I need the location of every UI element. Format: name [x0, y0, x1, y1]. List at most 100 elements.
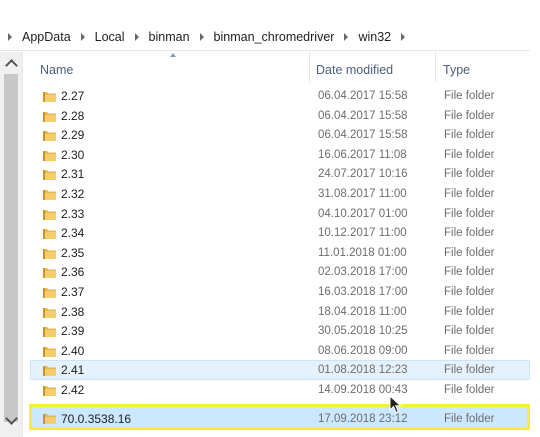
column-header-name[interactable]: Name: [40, 63, 73, 77]
file-type: File folder: [444, 325, 495, 338]
folder-icon: [43, 150, 56, 161]
chevron-right-icon[interactable]: [80, 33, 85, 41]
file-row[interactable]: 2.29 06.04.2017 15:58 File folder: [30, 125, 530, 145]
file-row[interactable]: 2.27 06.04.2017 15:58 File folder: [30, 86, 530, 106]
file-row[interactable]: 2.31 24.07.2017 10:16 File folder: [30, 164, 530, 184]
breadcrumb-item-local[interactable]: Local: [91, 24, 129, 50]
folder-icon: [43, 268, 56, 279]
column-divider[interactable]: [309, 52, 310, 82]
file-type: File folder: [444, 148, 495, 161]
breadcrumb-item-win32[interactable]: win32: [354, 24, 395, 50]
file-row[interactable]: 2.35 11.01.2018 01:00 File folder: [30, 243, 530, 263]
file-row[interactable]: 2.37 16.03.2018 17:00 File folder: [30, 282, 530, 302]
folder-icon: [43, 287, 56, 298]
file-row[interactable]: 2.36 02.03.2018 17:00 File folder: [30, 262, 530, 282]
scroll-down-button[interactable]: [0, 409, 22, 431]
folder-icon: [43, 229, 56, 240]
file-name: 2.34: [61, 226, 85, 241]
scroll-up-button[interactable]: [0, 52, 22, 74]
file-date-modified: 16.06.2017 11:08: [318, 148, 407, 161]
file-name: 2.40: [61, 343, 85, 358]
file-type: File folder: [444, 109, 495, 122]
file-date-modified: 08.06.2018 09:00: [318, 344, 408, 357]
chevron-right-icon[interactable]: [199, 33, 204, 41]
file-type: File folder: [444, 285, 495, 298]
breadcrumb-item-binman-chromedriver[interactable]: binman_chromedriver: [210, 24, 339, 50]
column-divider[interactable]: [435, 52, 436, 82]
chevron-right-icon[interactable]: [344, 33, 349, 41]
folder-icon: [43, 413, 56, 424]
file-date-modified: 30.05.2018 10:25: [318, 325, 408, 338]
file-type: File folder: [444, 383, 495, 396]
file-row[interactable]: 2.41 01.08.2018 12:23 File folder: [30, 360, 530, 380]
folder-icon: [43, 170, 56, 181]
file-type: File folder: [444, 90, 495, 102]
folder-icon: [43, 307, 56, 318]
file-name: 2.28: [61, 108, 85, 123]
folder-icon: [43, 209, 56, 220]
breadcrumb-item-binman[interactable]: binman: [145, 24, 194, 50]
file-name: 2.41: [61, 363, 85, 378]
file-date-modified: 06.04.2017 15:58: [318, 129, 408, 142]
file-name: 2.32: [61, 186, 85, 201]
file-name: 2.38: [61, 304, 85, 319]
folder-icon: [43, 327, 56, 338]
chevron-right-icon[interactable]: [134, 33, 139, 41]
file-row[interactable]: 2.32 31.08.2017 11:00 File folder: [30, 184, 530, 204]
vertical-scrollbar[interactable]: [0, 52, 23, 437]
file-name: 2.42: [61, 382, 85, 397]
file-date-modified: 24.07.2017 10:16: [318, 168, 408, 181]
folder-icon: [43, 189, 56, 200]
file-date-modified: 01.08.2018 12:23: [318, 364, 408, 377]
toolbar-strip: [0, 0, 540, 20]
file-type: File folder: [444, 266, 495, 279]
file-date-modified: 06.04.2017 15:58: [318, 109, 408, 122]
file-type: File folder: [444, 227, 495, 240]
file-type: File folder: [444, 344, 495, 357]
scroll-thumb[interactable]: [4, 74, 18, 422]
file-row[interactable]: 70.0.3538.16 17.09.2018 23:12 File folder: [29, 403, 530, 430]
file-type: File folder: [444, 364, 495, 377]
file-row[interactable]: 2.38 18.04.2018 11:00 File folder: [30, 302, 530, 322]
file-name: 2.29: [61, 128, 85, 143]
column-header-row: Name Date modified Type: [30, 52, 530, 86]
file-type: File folder: [444, 168, 495, 181]
file-row[interactable]: 2.39 30.05.2018 10:25 File folder: [30, 321, 530, 341]
mouse-cursor-icon: [389, 395, 402, 414]
folder-icon: [43, 111, 56, 122]
file-name: 2.35: [61, 245, 85, 260]
file-row[interactable]: 2.33 04.10.2017 01:00 File folder: [30, 204, 530, 224]
file-date-modified: 10.12.2017 11:00: [318, 227, 407, 240]
file-name: 2.31: [61, 167, 85, 182]
chevron-right-icon[interactable]: [8, 33, 12, 41]
file-row[interactable]: 2.34 10.12.2017 11:00 File folder: [30, 223, 530, 243]
file-date-modified: 16.03.2018 17:00: [318, 285, 408, 298]
file-date-modified: 04.10.2017 01:00: [318, 207, 408, 220]
file-date-modified: 11.01.2018 01:00: [318, 246, 407, 259]
chevron-right-icon[interactable]: [401, 33, 406, 41]
folder-icon: [43, 346, 56, 357]
file-row[interactable]: 2.30 16.06.2017 11:08 File folder: [30, 145, 530, 165]
file-type: File folder: [444, 187, 495, 200]
folder-icon: [43, 385, 56, 396]
breadcrumb[interactable]: AppData Local binman binman_chromedriver…: [0, 24, 530, 51]
chevron-down-icon: [4, 411, 18, 425]
folder-icon: [43, 92, 56, 102]
file-date-modified: 06.04.2017 15:58: [318, 90, 408, 102]
column-header-date-modified[interactable]: Date modified: [316, 63, 393, 77]
file-type: File folder: [444, 305, 495, 318]
column-header-type[interactable]: Type: [443, 63, 470, 77]
file-row[interactable]: 2.28 06.04.2017 15:58 File folder: [30, 106, 530, 126]
file-date-modified: 31.08.2017 11:00: [318, 187, 407, 200]
folder-icon: [43, 131, 56, 142]
file-name: 70.0.3538.16: [61, 411, 132, 426]
file-name: 2.30: [61, 147, 85, 162]
file-type: File folder: [444, 207, 495, 220]
file-row[interactable]: 2.42 14.09.2018 00:43 File folder: [30, 380, 530, 400]
file-name: 2.33: [61, 206, 85, 221]
file-date-modified: 18.04.2018 11:00: [318, 305, 407, 318]
file-type: File folder: [444, 412, 495, 425]
breadcrumb-item-appdata[interactable]: AppData: [18, 24, 75, 50]
file-row[interactable]: 2.40 08.06.2018 09:00 File folder: [30, 341, 530, 361]
file-type: File folder: [444, 129, 495, 142]
